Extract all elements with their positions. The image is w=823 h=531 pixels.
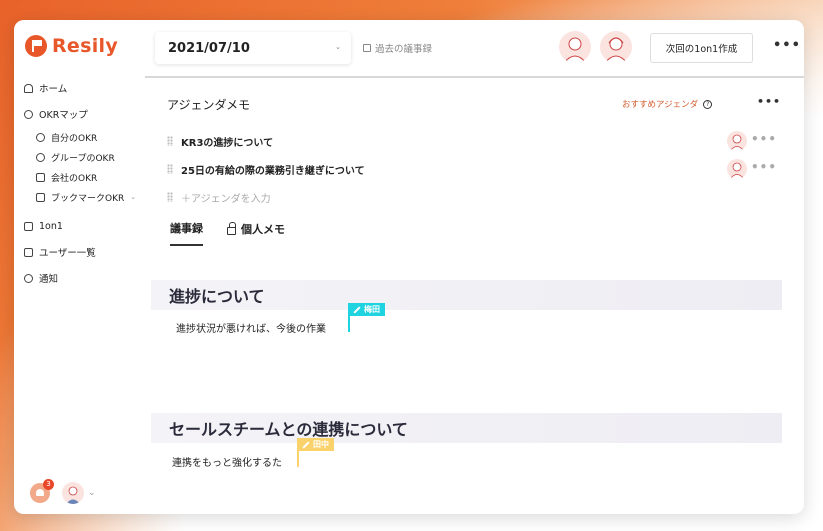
tabs: 議事録 個人メモ (170, 220, 285, 246)
edit-icon (363, 44, 371, 52)
header: 2021/07/10 ⌄ 過去の議事録 次回の1on1作成 ••• (145, 20, 804, 78)
section-body-text[interactable]: 進捗状況が悪ければ、今後の作業 (176, 320, 326, 335)
drag-handle-icon (167, 192, 173, 202)
list-item[interactable]: KR3の進捗について ••• (167, 131, 777, 151)
logo-text: Resily (52, 35, 119, 57)
list-item[interactable]: 25日の有給の際の業務引き継ぎについて ••• (167, 159, 777, 179)
agenda-item-more-icon[interactable]: ••• (751, 132, 777, 146)
sidebar: Resily ホーム OKRマップ 自分のOKR グループのOKR 会社のOKR (14, 20, 145, 514)
pencil-icon (353, 305, 361, 314)
sidebar-item-home[interactable]: ホーム (24, 75, 145, 101)
sidebar-item-label: グループのOKR (51, 153, 115, 164)
recommend-agenda-label: おすすめアジェンダ (622, 100, 699, 110)
bookmark-icon (36, 192, 45, 202)
sidebar-item-notifications[interactable]: 通知 (24, 265, 145, 291)
past-minutes-label: 過去の議事録 (375, 44, 433, 55)
collaborator-name: 田中 (313, 440, 329, 449)
avatar (727, 159, 747, 179)
notification-badge: 3 (43, 479, 54, 490)
sidebar-nav: ホーム OKRマップ 自分のOKR グループのOKR 会社のOKR ブックマーク… (24, 75, 145, 291)
sidebar-item-label: OKRマップ (39, 110, 88, 121)
tab-label: 議事録 (170, 222, 203, 235)
flag-logo-icon (25, 35, 47, 57)
drag-handle-icon[interactable] (167, 136, 173, 146)
chevron-down-icon: ⌄ (335, 43, 341, 51)
avatar (62, 482, 84, 504)
chevron-down-icon[interactable]: ⌄ (130, 193, 136, 201)
section-heading[interactable]: 進捗について (151, 280, 782, 310)
collaborator-tag: 梅田 (348, 303, 385, 316)
agenda-item-text[interactable]: KR3の進捗について (181, 134, 273, 149)
section-heading[interactable]: セールスチームとの連携について (151, 413, 782, 443)
sidebar-item-bookmark-okr[interactable]: ブックマークOKR ⌄ (24, 187, 145, 207)
collaborator-name: 梅田 (364, 305, 380, 314)
okr-map-icon (24, 109, 33, 119)
recommend-agenda-link[interactable]: おすすめアジェンダ ? (622, 98, 713, 110)
sidebar-item-company-okr[interactable]: 会社のOKR (24, 167, 145, 187)
sidebar-item-label: ユーザー一覧 (39, 248, 96, 259)
logo[interactable]: Resily (25, 35, 118, 57)
chevron-down-icon: ⌄ (88, 488, 96, 498)
date-value: 2021/07/10 (168, 40, 250, 56)
pencil-icon (302, 440, 310, 449)
sidebar-item-my-okr[interactable]: 自分のOKR (24, 127, 145, 147)
sidebar-item-label: 1on1 (39, 220, 63, 232)
sidebar-item-label: 自分のOKR (51, 133, 98, 144)
date-select[interactable]: 2021/07/10 ⌄ (155, 32, 351, 64)
sidebar-item-group-okr[interactable]: グループのOKR (24, 147, 145, 167)
agenda-item-more-icon[interactable]: ••• (751, 160, 777, 174)
tab-personal-memo[interactable]: 個人メモ (227, 220, 285, 246)
sidebar-item-1on1[interactable]: 1on1 (24, 213, 145, 239)
tab-label: 個人メモ (241, 223, 285, 236)
home-icon (24, 83, 33, 93)
section-body-text[interactable]: 連携をもっと強化するた (172, 454, 282, 469)
sidebar-footer: 3 ⌄ (30, 479, 96, 504)
sidebar-item-label: 通知 (39, 274, 59, 285)
drag-handle-icon[interactable] (167, 164, 173, 174)
sidebar-item-label: ブックマークOKR (51, 193, 125, 204)
building-icon (36, 172, 45, 182)
agenda-item-text[interactable]: 25日の有給の際の業務引き継ぎについて (181, 162, 365, 177)
sidebar-item-label: 会社のOKR (51, 173, 98, 184)
user-menu[interactable]: ⌄ (62, 482, 96, 504)
more-options-icon[interactable]: ••• (773, 38, 801, 53)
users-icon (24, 247, 33, 257)
tab-minutes[interactable]: 議事録 (170, 220, 203, 246)
person-icon (36, 132, 45, 142)
notification-button[interactable]: 3 (30, 479, 54, 503)
collaborator-tag: 田中 (297, 438, 334, 451)
main-content: アジェンダメモ おすすめアジェンダ ? ••• KR3の進捗について ••• 2… (145, 80, 804, 514)
sidebar-item-label: ホーム (39, 84, 68, 95)
create-next-1on1-button[interactable]: 次回の1on1作成 (650, 33, 753, 63)
help-icon[interactable]: ? (703, 99, 713, 109)
agenda-add-input[interactable]: ＋アジェンダを入力 (181, 190, 271, 205)
app-window: Resily ホーム OKRマップ 自分のOKR グループのOKR 会社のOKR (14, 20, 804, 514)
avatar (727, 131, 747, 151)
avatar[interactable] (559, 31, 591, 63)
past-minutes-link[interactable]: 過去の議事録 (363, 41, 432, 55)
agenda-add-row[interactable]: ＋アジェンダを入力 (167, 187, 777, 207)
sidebar-item-users[interactable]: ユーザー一覧 (24, 239, 145, 265)
group-icon (36, 152, 45, 162)
lock-icon (227, 221, 236, 235)
avatar[interactable] (600, 31, 632, 63)
chat-icon (24, 221, 33, 231)
bell-icon (24, 273, 33, 283)
sidebar-item-okr-map[interactable]: OKRマップ (24, 101, 145, 127)
agenda-more-icon[interactable]: ••• (757, 95, 781, 108)
agenda-title: アジェンダメモ (167, 98, 251, 112)
